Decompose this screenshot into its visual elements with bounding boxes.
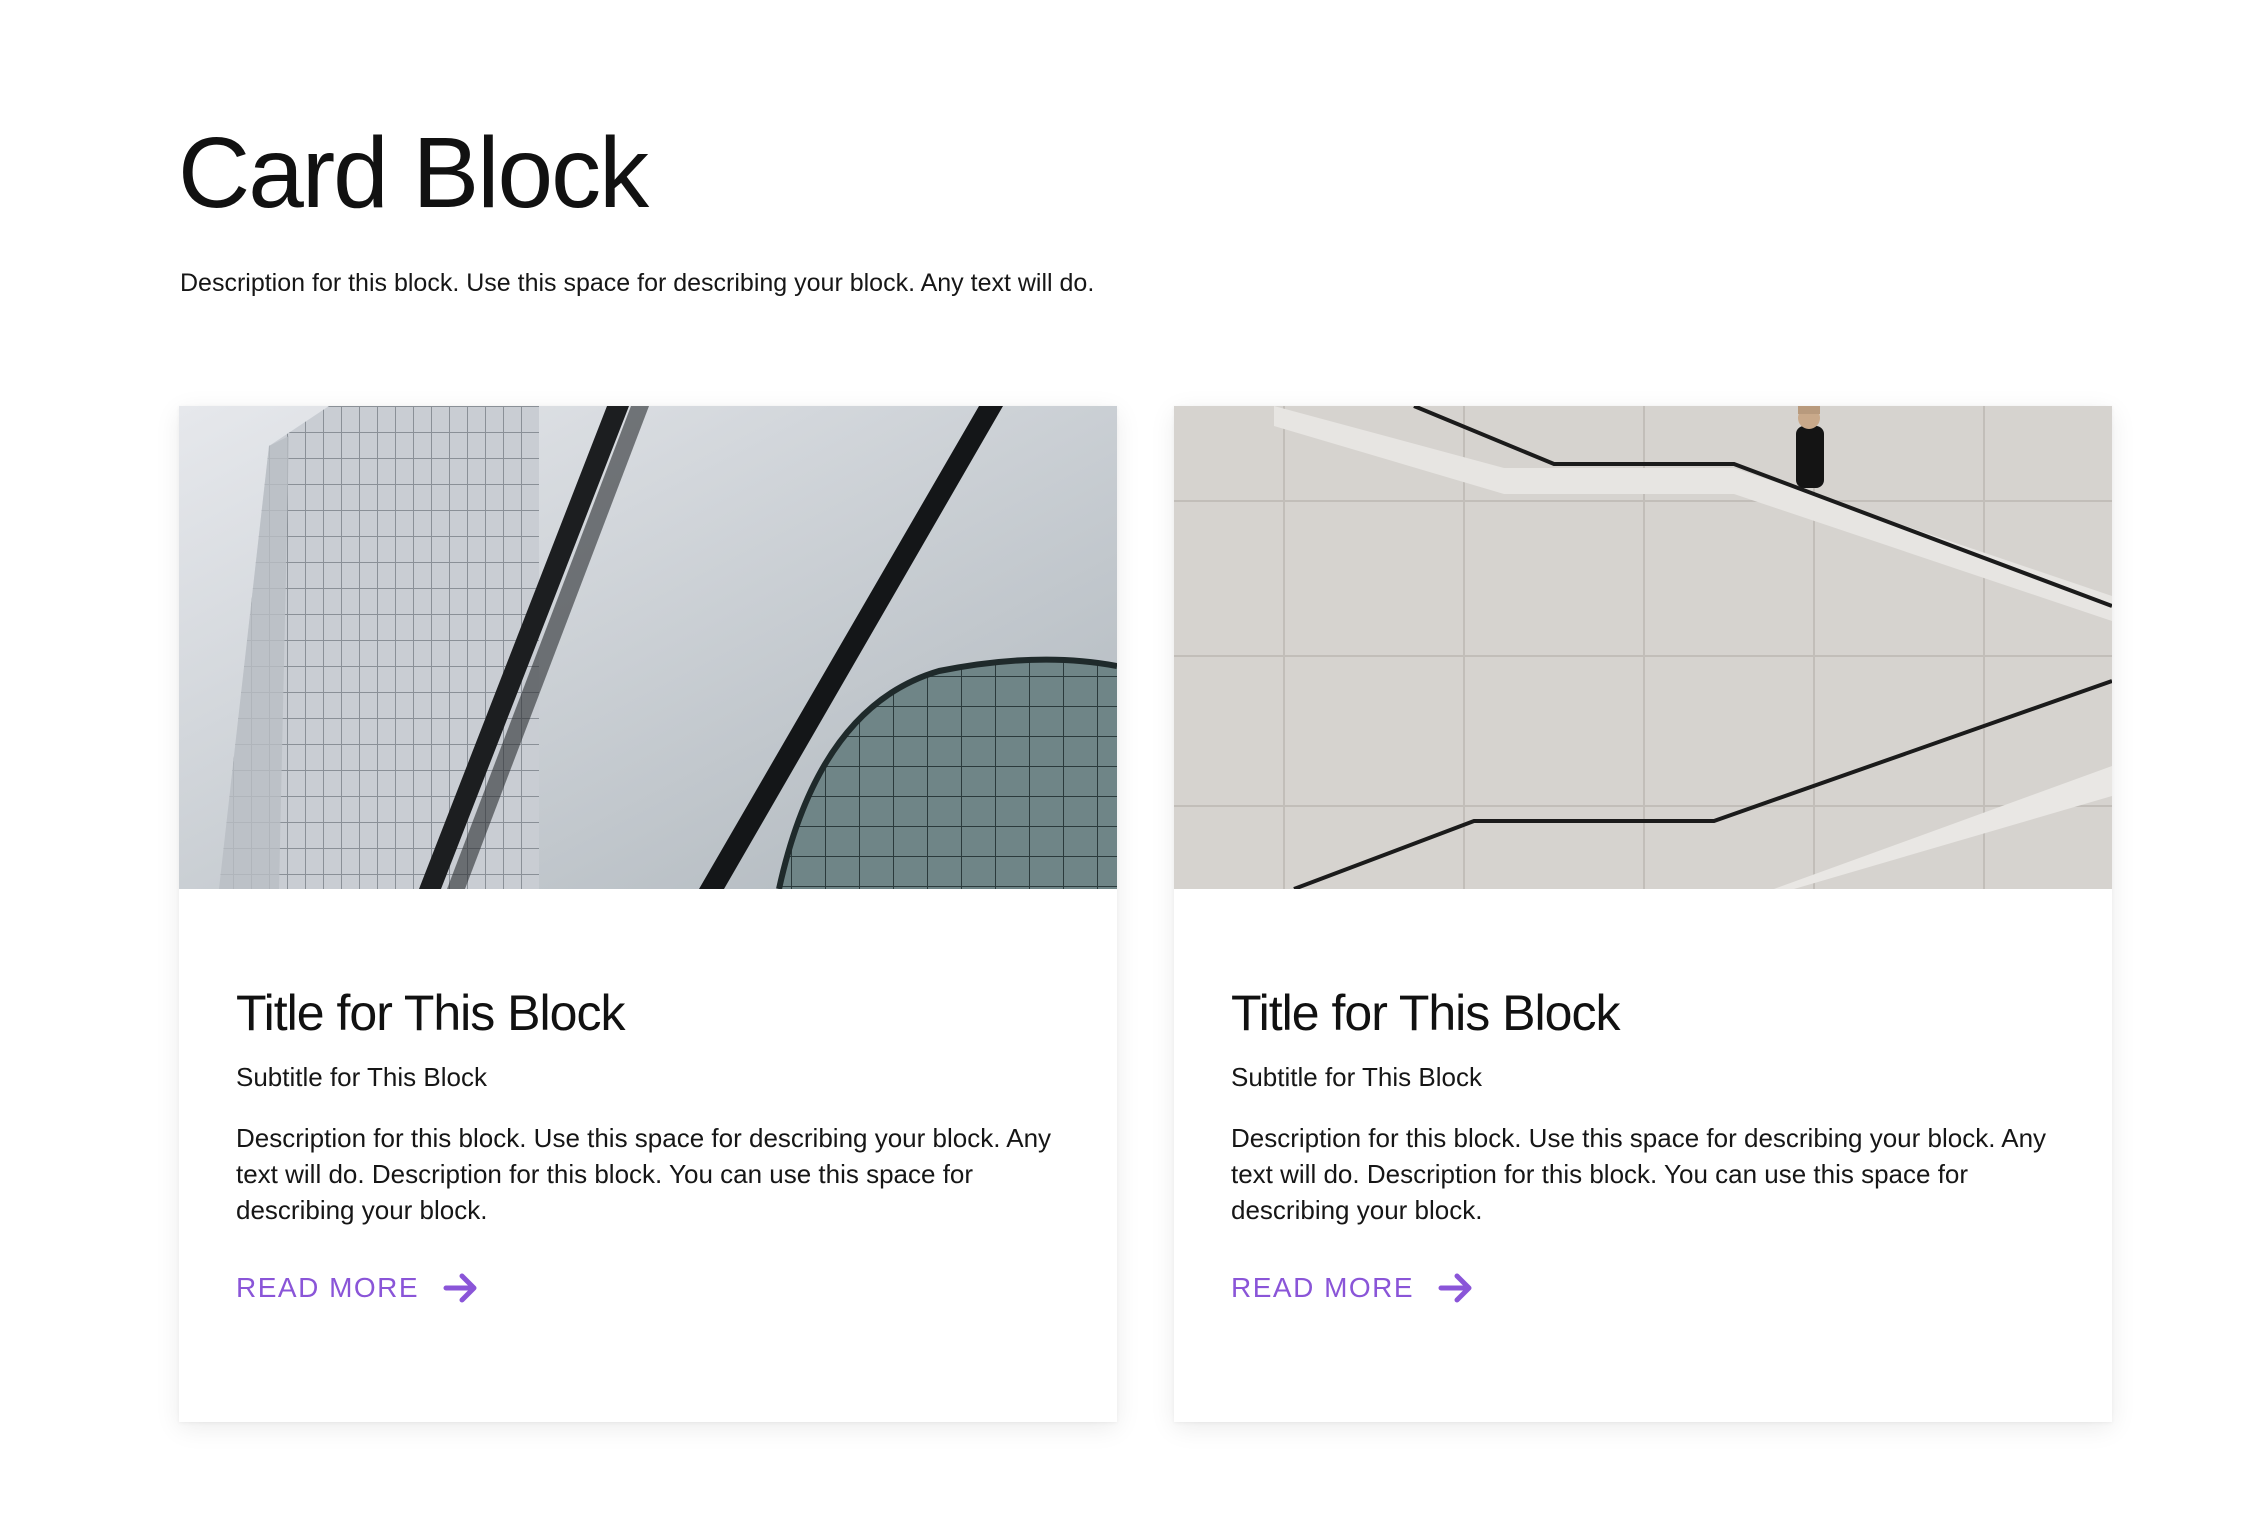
card-title: Title for This Block [236,985,625,1041]
arrow-right-icon [1438,1272,1474,1304]
card-subtitle: Subtitle for This Block [1231,1062,1482,1092]
card-description: Description for this block. Use this spa… [236,1123,1052,1225]
card-title: Title for This Block [1231,985,1620,1041]
card-description: Description for this block. Use this spa… [1231,1123,2047,1225]
card: Title for This Block Subtitle for This B… [179,406,1117,1422]
card: Title for This Block Subtitle for This B… [1174,406,2112,1422]
read-more-link[interactable]: READ MORE [1231,1272,1474,1304]
arrow-right-icon [443,1272,479,1304]
read-more-link[interactable]: READ MORE [236,1272,479,1304]
read-more-label: READ MORE [1231,1272,1415,1303]
block-title: Card Block [178,117,649,229]
read-more-label: READ MORE [236,1272,420,1303]
card-image-architecture [179,406,1117,889]
page: Card Block Description for this block. U… [0,0,2250,1522]
card-subtitle: Subtitle for This Block [236,1062,487,1092]
card-image-staircase [1174,406,2112,889]
block-description: Description for this block. Use this spa… [180,269,1095,297]
